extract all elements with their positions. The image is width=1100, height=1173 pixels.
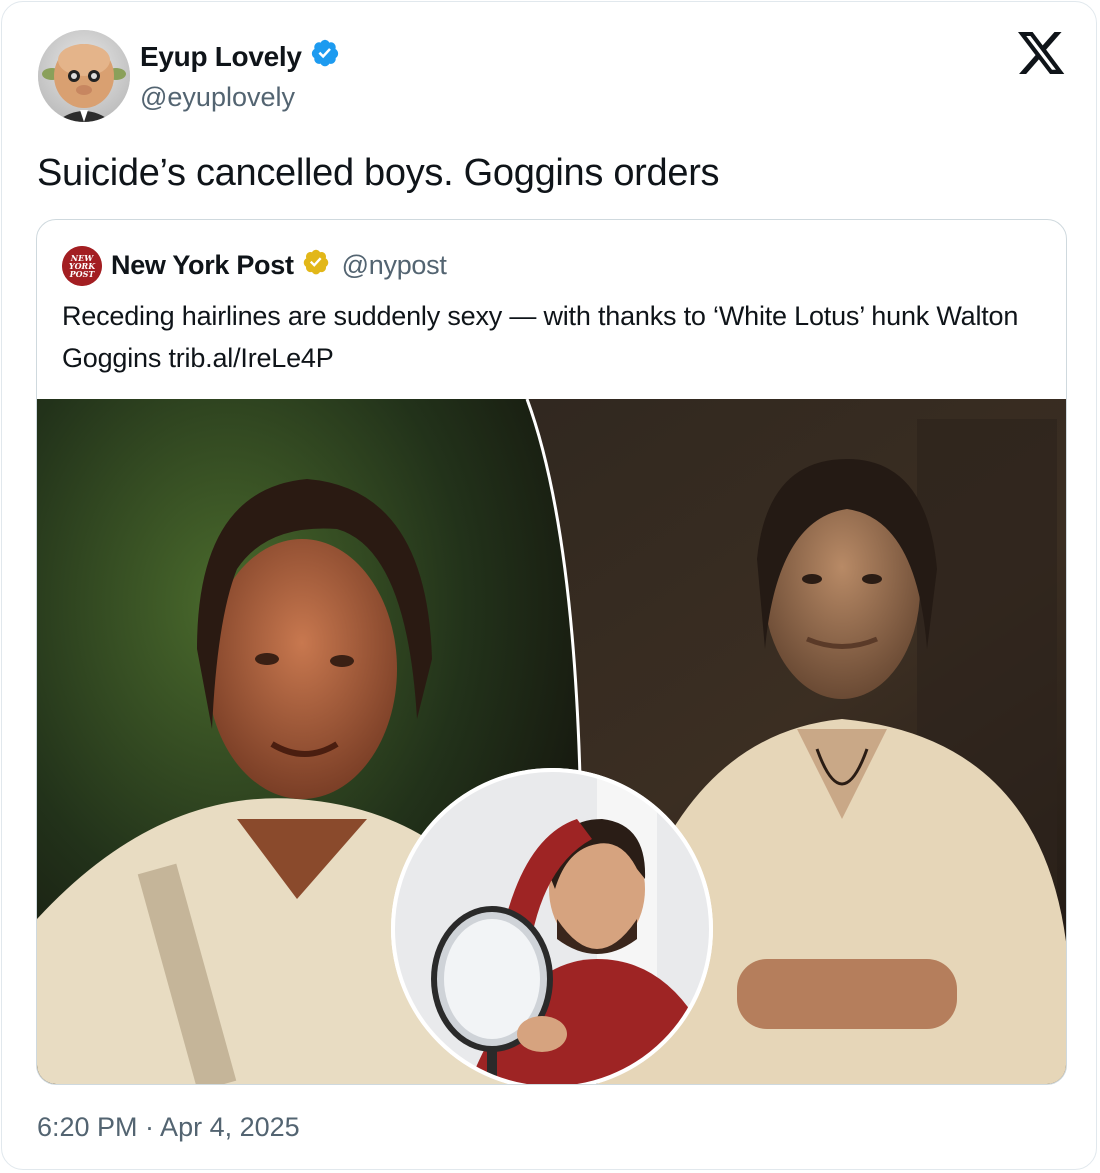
quote-author-name[interactable]: New York Post (111, 250, 294, 281)
author-name-row[interactable]: Eyup Lovely (140, 38, 340, 75)
nypost-avatar-line-3: POST (69, 269, 96, 279)
quote-text: Receding hairlines are suddenly sexy — w… (62, 301, 1019, 373)
tweet-timestamp[interactable]: 6:20 PM · Apr 4, 2025 (37, 1112, 300, 1143)
nypost-avatar[interactable]: NEW YORK POST (62, 246, 102, 286)
author-handle[interactable]: @eyuplovely (140, 82, 295, 113)
author-avatar[interactable] (38, 30, 130, 122)
verified-gold-badge-icon (302, 248, 330, 283)
author-name[interactable]: Eyup Lovely (140, 41, 302, 73)
verified-blue-badge-icon (310, 38, 340, 75)
x-logo-icon[interactable] (1018, 32, 1066, 76)
quote-author-handle[interactable]: @nypost (342, 250, 447, 281)
tweet-text: Suicide’s cancelled boys. Goggins orders (37, 152, 720, 194)
quoted-tweet[interactable]: NEW YORK POST New York Post @nypost Rece… (36, 219, 1067, 1085)
quote-author-row[interactable]: New York Post @nypost (111, 248, 447, 283)
tweet-card: Eyup Lovely @eyuplovely Suicide’s cancel… (1, 1, 1097, 1170)
quote-media-image[interactable] (37, 399, 1066, 1084)
